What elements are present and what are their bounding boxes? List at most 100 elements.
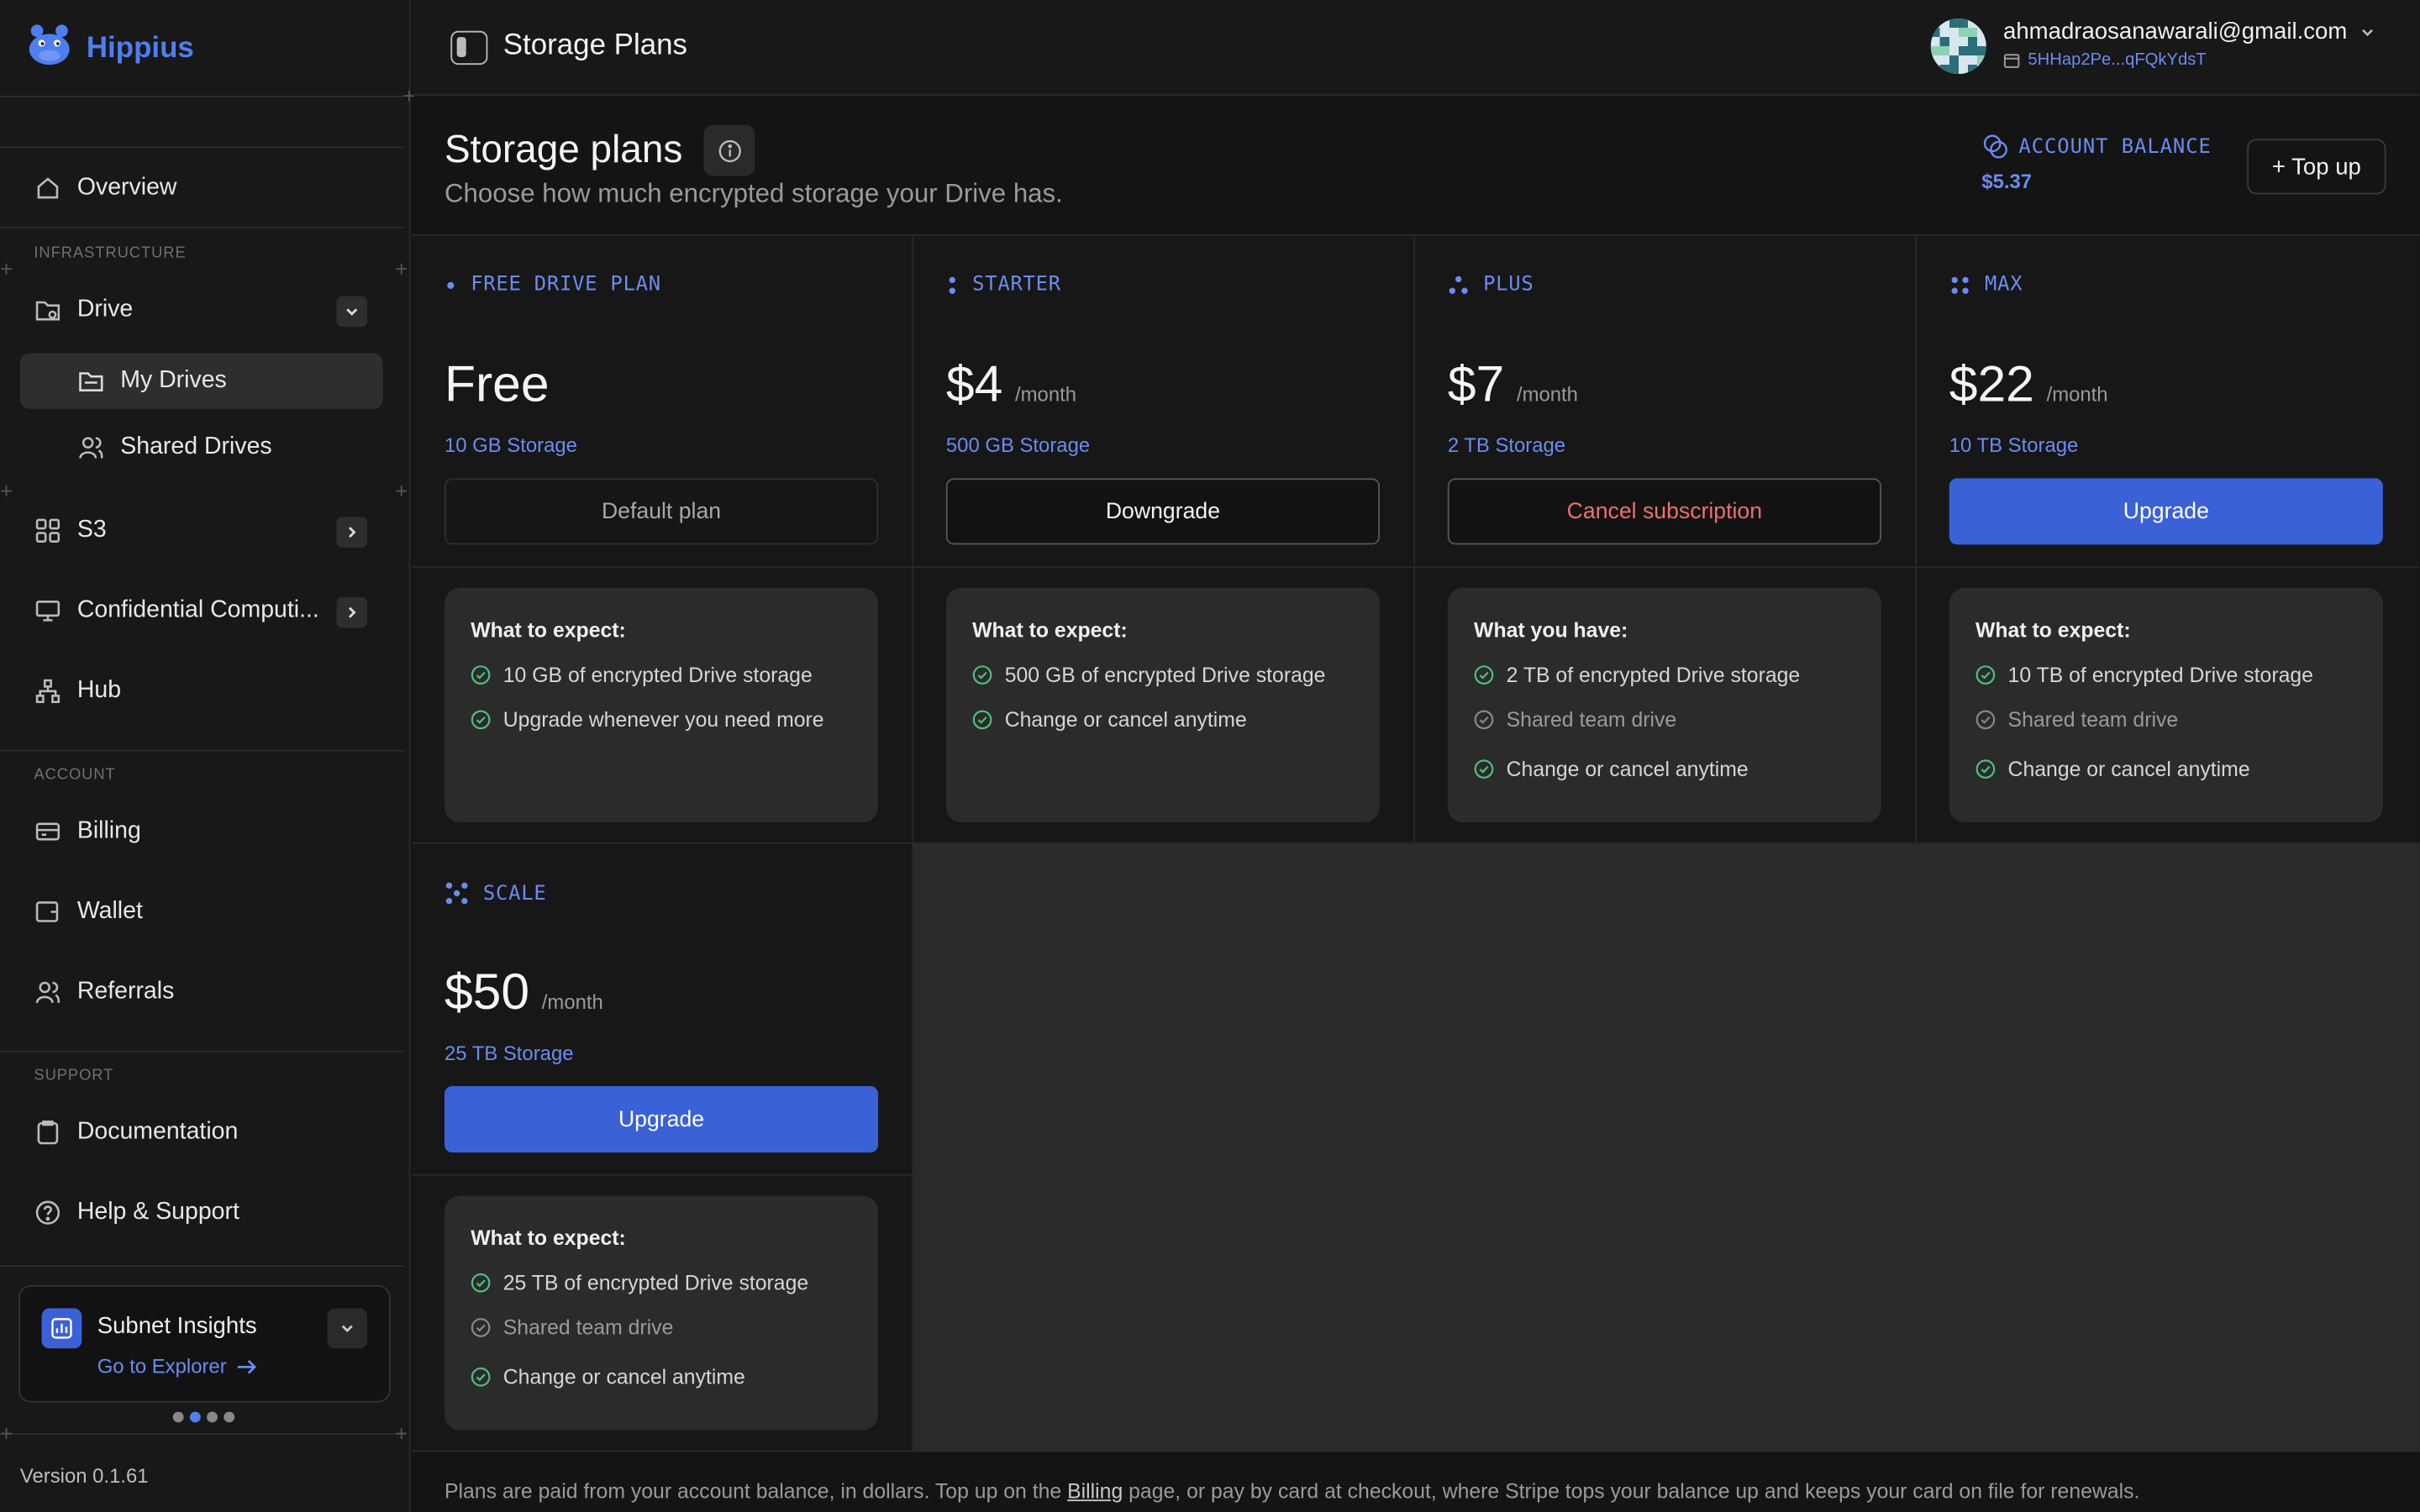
sidebar-item-my-drives[interactable]: My Drives [19,353,383,409]
carousel-dot[interactable] [207,1411,218,1423]
billing-note: Plans are paid from your account balance… [445,1479,2139,1503]
check-circle-icon [471,710,491,730]
sidebar-item-confidential-computing[interactable]: Confidential Computi... [18,583,386,638]
feature-text: Change or cancel anytime [502,1365,745,1389]
features-heading: What to expect: [471,618,626,643]
insights-dropdown-button[interactable] [327,1308,368,1349]
plan-storage: 10 GB Storage [444,433,577,457]
brand[interactable]: Hippius [24,22,194,76]
divider [0,749,405,752]
section-label-support: SUPPORT [34,1067,114,1085]
go-to-explorer-label: Go to Explorer [97,1354,227,1378]
cancel-subscription-button[interactable]: Cancel subscription [1447,478,1881,545]
check-circle-icon [1474,710,1494,730]
confidential-expand-button[interactable] [336,596,368,628]
info-button[interactable] [704,124,755,176]
section-subtitle: Choose how much encrypted storage your D… [444,179,1063,208]
account-email-dropdown[interactable]: ahmadraosanawarali@gmail.com [2003,18,2375,45]
avatar[interactable] [1930,18,1986,75]
plan-tag: SCALE [445,881,546,906]
drive-folder-icon [77,367,105,395]
divider [0,226,405,228]
carousel-dot-active[interactable] [189,1411,201,1423]
feature-text: 2 TB of encrypted Drive storage [1506,663,1801,687]
users-icon [34,978,61,1005]
main-content: Storage plans Choose how much encrypted … [412,97,2420,1512]
feature-text: Shared team drive [1506,708,1677,732]
sidebar-item-billing[interactable]: Billing [18,804,386,859]
help-circle-icon [34,1199,61,1226]
top-up-button[interactable]: + Top up [2247,139,2386,195]
sidebar-item-label: Referrals [76,978,175,1005]
chevron-right-icon [349,606,356,618]
features-heading: What you have: [1474,618,1628,643]
check-circle-icon [1474,759,1494,779]
sidebar-item-label: Billing [76,817,141,844]
plan-price: $22/month [1949,354,2108,413]
sidebar-item-s3[interactable]: S3 [18,503,386,559]
feature-text: Change or cancel anytime [2007,757,2250,781]
plan-storage: 10 TB Storage [1949,433,2079,457]
divider [0,1050,405,1053]
check-circle-icon [1975,665,1996,685]
sidebar-item-help-support[interactable]: Help & Support [18,1185,386,1241]
sidebar-item-label: Drive [76,296,134,323]
plans-grid: FREE DRIVE PLAN Free 10 GB Storage Defau… [412,234,2420,1452]
users-icon [77,433,105,461]
account-balance-label-text: ACCOUNT BALANCE [2018,134,2212,159]
sidebar-toggle-icon[interactable] [450,30,488,66]
plan-tag: PLUS [1448,273,1534,297]
feature-text: 500 GB of encrypted Drive storage [1004,663,1326,687]
sidebar-item-referrals[interactable]: Referrals [18,964,386,1020]
check-circle-icon [1474,665,1494,685]
upgrade-button[interactable]: Upgrade [1949,478,2383,545]
billing-link[interactable]: Billing [1067,1479,1123,1503]
downgrade-button[interactable]: Downgrade [945,478,1381,545]
sidebar-item-wallet[interactable]: Wallet [18,884,386,939]
feature-item: Upgrade whenever you need more [471,708,852,732]
plan-price-period: /month [2046,382,2108,407]
check-circle-icon [471,1367,491,1387]
divider [412,1173,914,1176]
app-version: Version 0.1.61 [19,1464,149,1488]
storage-plans-heading: Storage plans [445,124,755,176]
sidebar-item-hub[interactable]: Hub [18,664,386,719]
features-heading: What to expect: [1975,618,2131,643]
wallet-address[interactable]: 5HHap2Pe...qFQkYdsT [2003,51,2207,70]
sidebar-item-label: Wallet [76,897,143,925]
upgrade-button[interactable]: Upgrade [444,1086,879,1153]
plan-price: $50/month [445,963,603,1021]
go-to-explorer-link[interactable]: Go to Explorer [97,1355,258,1378]
plan-price-period: /month [1015,382,1077,407]
corner-plus-icon: + [395,255,408,281]
brand-name: Hippius [86,31,194,65]
default-plan-button[interactable]: Default plan [444,478,879,545]
plan-storage: 25 TB Storage [444,1041,574,1065]
drive-collapse-button[interactable] [336,296,368,328]
plan-card-starter: STARTER $4/month 500 GB Storage Downgrad… [913,236,1416,844]
plan-tag-text: FREE DRIVE PLAN [471,273,661,297]
four-dots-icon [1951,276,1969,293]
sidebar-item-overview[interactable]: Overview [18,160,386,216]
divider [1917,566,2419,568]
feature-text: Shared team drive [2007,708,2179,732]
chevron-down-icon [346,308,358,316]
monitor-icon [34,597,61,625]
sidebar-item-drive[interactable]: Drive [18,282,386,338]
sidebar-item-documentation[interactable]: Documentation [18,1105,386,1160]
plan-price-amount: Free [444,354,550,412]
plan-price-period: /month [1516,382,1578,407]
chevron-down-icon [2361,28,2373,36]
carousel-dot[interactable] [172,1411,184,1423]
credit-card-icon [34,817,61,845]
plan-features: What to expect: 10 GB of encrypted Drive… [444,587,879,822]
plan-tag-text: PLUS [1483,273,1534,297]
s3-expand-button[interactable] [336,517,368,549]
divider [913,566,1416,568]
carousel-dots[interactable] [172,1411,235,1423]
carousel-dot[interactable] [224,1411,235,1423]
plan-tag: MAX [1949,273,2023,297]
check-circle-icon [471,665,491,685]
feature-item: Shared team drive [1975,708,2357,732]
sidebar-item-shared-drives[interactable]: Shared Drives [20,420,383,475]
